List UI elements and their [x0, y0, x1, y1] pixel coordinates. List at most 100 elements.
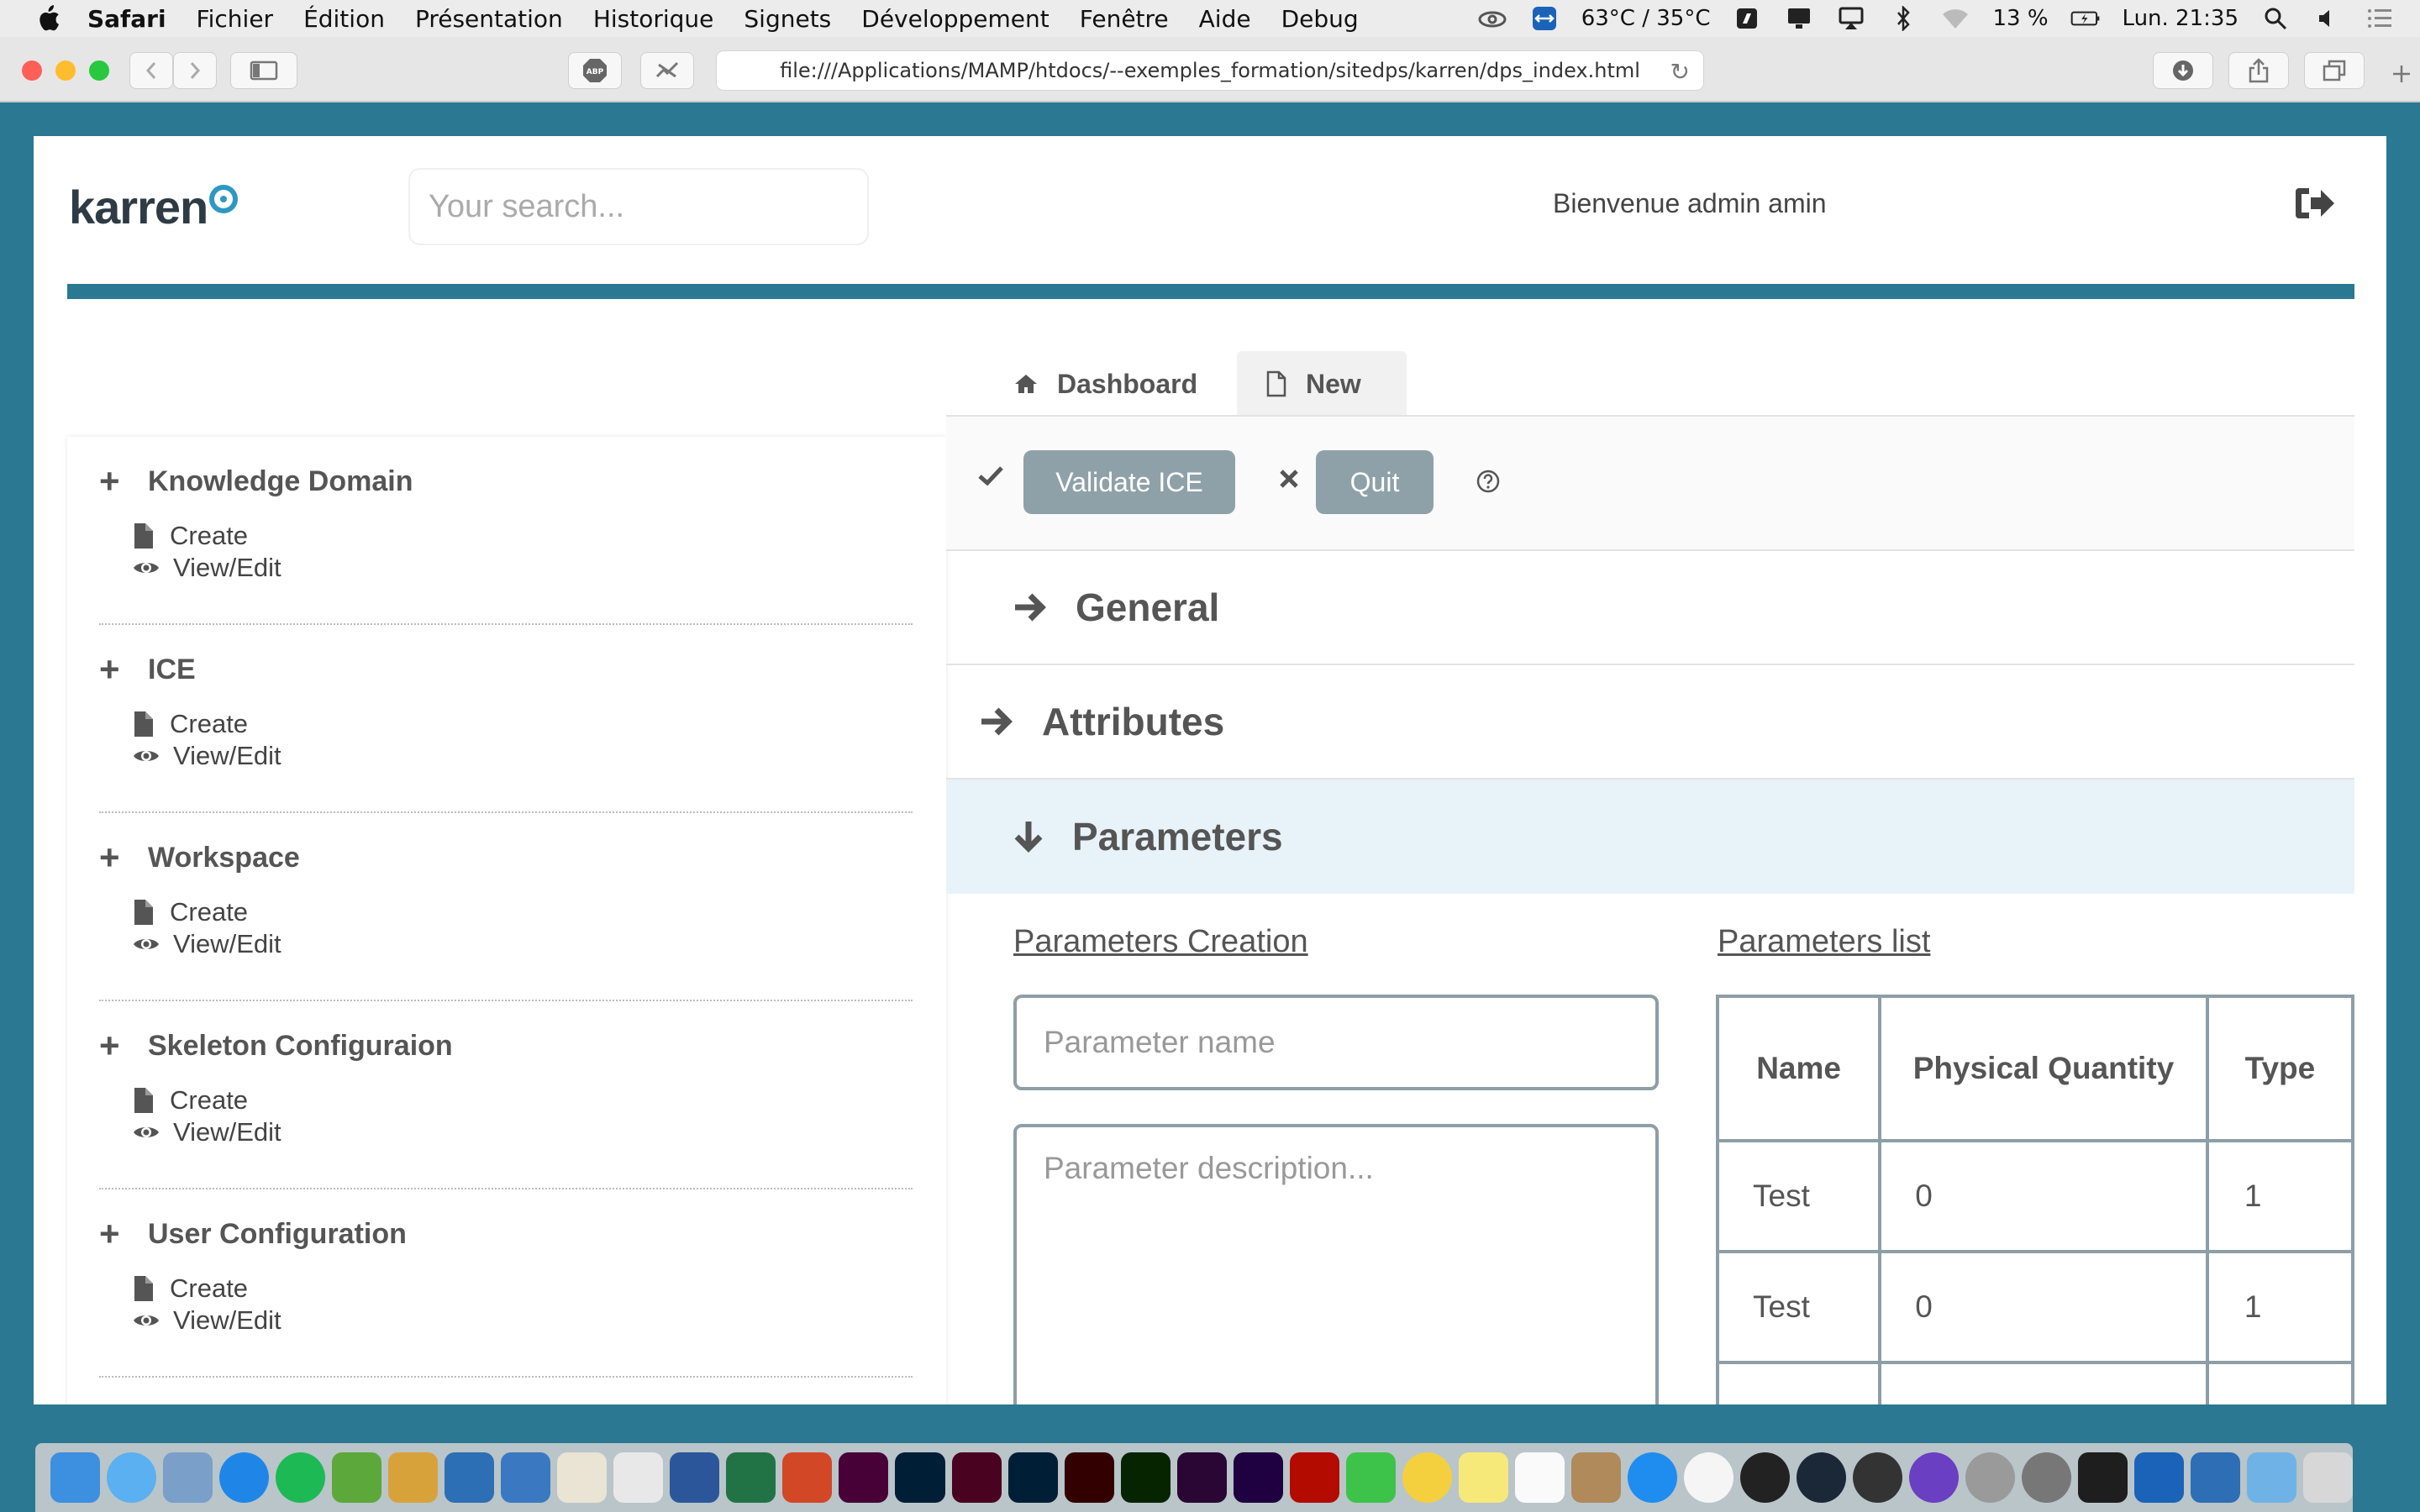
spotlight-search-icon[interactable]: [2260, 7, 2291, 30]
battery-charging-icon[interactable]: [2070, 7, 2101, 30]
view-edit-link[interactable]: View/Edit: [133, 1117, 281, 1147]
karren-logo[interactable]: karren: [69, 180, 239, 234]
parameters-creation-link[interactable]: Parameters Creation: [1013, 924, 1308, 960]
section-header[interactable]: + User Configuration: [99, 1216, 407, 1252]
menu-aide[interactable]: Aide: [1199, 5, 1251, 33]
lightroom-icon[interactable]: [895, 1452, 945, 1503]
plus-icon[interactable]: +: [99, 840, 148, 875]
airplay-icon[interactable]: [1836, 7, 1866, 30]
forward-button[interactable]: [173, 52, 217, 89]
tab-dashboard[interactable]: Dashboard: [980, 351, 1249, 417]
safari-icon[interactable]: [219, 1452, 270, 1503]
parameters-list-link[interactable]: Parameters list: [1718, 924, 1930, 960]
bluetooth-icon[interactable]: [1888, 6, 1918, 31]
create-link[interactable]: Create: [133, 1273, 248, 1304]
menu-developpement[interactable]: Développement: [861, 5, 1050, 33]
mysql-workbench-icon[interactable]: [445, 1452, 495, 1503]
downloads-folder-icon[interactable]: [2247, 1452, 2297, 1503]
after-effects-icon[interactable]: [1233, 1452, 1283, 1503]
app-window-icon[interactable]: [2191, 1452, 2241, 1503]
adblock-button[interactable]: ABP: [568, 52, 622, 89]
accordion-parameters[interactable]: Parameters: [946, 780, 2354, 894]
menu-edition[interactable]: Édition: [303, 5, 385, 33]
textedit-icon[interactable]: [557, 1452, 608, 1503]
plus-icon[interactable]: +: [99, 652, 148, 687]
volume-icon[interactable]: [2312, 7, 2343, 30]
minimize-window-button[interactable]: [55, 60, 76, 81]
launchpad-icon[interactable]: [1965, 1452, 2016, 1503]
back-button[interactable]: [129, 52, 173, 89]
table-row[interactable]: [1715, 1361, 2355, 1404]
quit-button[interactable]: Quit: [1316, 450, 1434, 514]
notification-center-icon[interactable]: [2365, 7, 2395, 30]
close-window-button[interactable]: [22, 60, 42, 81]
facetime-icon[interactable]: [1345, 1452, 1396, 1503]
numbers-icon[interactable]: [613, 1452, 664, 1503]
column-header-physical-quantity[interactable]: Physical Quantity: [1878, 995, 2209, 1142]
word-icon[interactable]: [670, 1452, 720, 1503]
creative-cloud-icon[interactable]: [1477, 7, 1507, 30]
create-link[interactable]: Create: [133, 709, 248, 739]
plex-icon[interactable]: [1739, 1452, 1790, 1503]
view-edit-link[interactable]: View/Edit: [133, 553, 281, 583]
acrobat-icon[interactable]: [1289, 1452, 1339, 1503]
leaf-app-icon[interactable]: [332, 1452, 382, 1503]
tabs-overview-button[interactable]: [2304, 52, 2365, 89]
trash-icon[interactable]: [2303, 1452, 2354, 1503]
logout-icon[interactable]: [2292, 183, 2338, 223]
photoshop-icon[interactable]: [1007, 1452, 1058, 1503]
adobe-xd-icon[interactable]: [839, 1452, 889, 1503]
siri-icon[interactable]: [1909, 1452, 1960, 1503]
apple-menu-icon[interactable]: [34, 3, 64, 34]
table-row[interactable]: Test 0 1: [1715, 1139, 2355, 1253]
extension-button[interactable]: [640, 52, 694, 89]
section-header[interactable]: + Skeleton Configuraion: [99, 1028, 453, 1063]
dreamweaver-icon[interactable]: [1120, 1452, 1171, 1503]
battery-percentage[interactable]: 13 %: [1992, 6, 2048, 31]
reload-icon[interactable]: ↻: [1670, 58, 1690, 86]
itunes-icon[interactable]: [1683, 1452, 1733, 1503]
mail-icon[interactable]: [163, 1452, 213, 1503]
address-bar[interactable]: file:///Applications/MAMP/htdocs/--exemp…: [716, 50, 1704, 91]
indesign-icon[interactable]: [951, 1452, 1002, 1503]
plus-icon[interactable]: +: [99, 1216, 148, 1252]
menu-debug[interactable]: Debug: [1281, 5, 1359, 33]
terminal-icon[interactable]: [2078, 1452, 2128, 1503]
menu-fenetre[interactable]: Fenêtre: [1080, 5, 1169, 33]
section-header[interactable]: + Workspace: [99, 840, 300, 875]
tab-new[interactable]: New: [1237, 351, 1407, 417]
archive-icon[interactable]: [1570, 1452, 1621, 1503]
validate-ice-button[interactable]: Validate ICE: [1023, 450, 1235, 514]
script-icon[interactable]: [1732, 7, 1762, 30]
teamviewer-icon[interactable]: [1529, 7, 1560, 30]
search-input[interactable]: [408, 168, 869, 245]
create-link[interactable]: Create: [133, 1085, 248, 1116]
parameter-name-input[interactable]: [1013, 995, 1659, 1090]
spotify-icon[interactable]: [276, 1452, 326, 1503]
transmit-icon[interactable]: [388, 1452, 439, 1503]
menu-presentation[interactable]: Présentation: [415, 5, 563, 33]
column-header-type[interactable]: Type: [2205, 995, 2355, 1142]
wifi-icon[interactable]: [1940, 7, 1970, 30]
create-link[interactable]: Create: [133, 897, 248, 927]
system-preferences-icon[interactable]: [2022, 1452, 2072, 1503]
share-button[interactable]: [2228, 52, 2289, 89]
plus-icon[interactable]: +: [99, 1028, 148, 1063]
view-edit-link[interactable]: View/Edit: [133, 1305, 281, 1336]
column-header-name[interactable]: Name: [1715, 995, 1882, 1142]
powerpoint-icon[interactable]: [782, 1452, 833, 1503]
photos-icon[interactable]: [1402, 1452, 1452, 1503]
downloads-button[interactable]: [2153, 52, 2213, 89]
zoom-window-button[interactable]: [89, 60, 109, 81]
app-store-icon[interactable]: [1627, 1452, 1677, 1503]
temperature-readout[interactable]: 63°C / 35°C: [1581, 6, 1711, 31]
notes-icon[interactable]: [1458, 1452, 1508, 1503]
new-tab-button[interactable]: [2383, 55, 2420, 92]
finder-icon[interactable]: [50, 1452, 101, 1503]
parameter-description-textarea[interactable]: [1013, 1124, 1659, 1404]
plus-icon[interactable]: +: [99, 464, 148, 499]
sidebar-toggle-button[interactable]: [230, 52, 297, 89]
calendar-icon[interactable]: [1514, 1452, 1565, 1503]
view-edit-link[interactable]: View/Edit: [133, 741, 281, 771]
section-header[interactable]: + Knowledge Domain: [99, 464, 413, 499]
